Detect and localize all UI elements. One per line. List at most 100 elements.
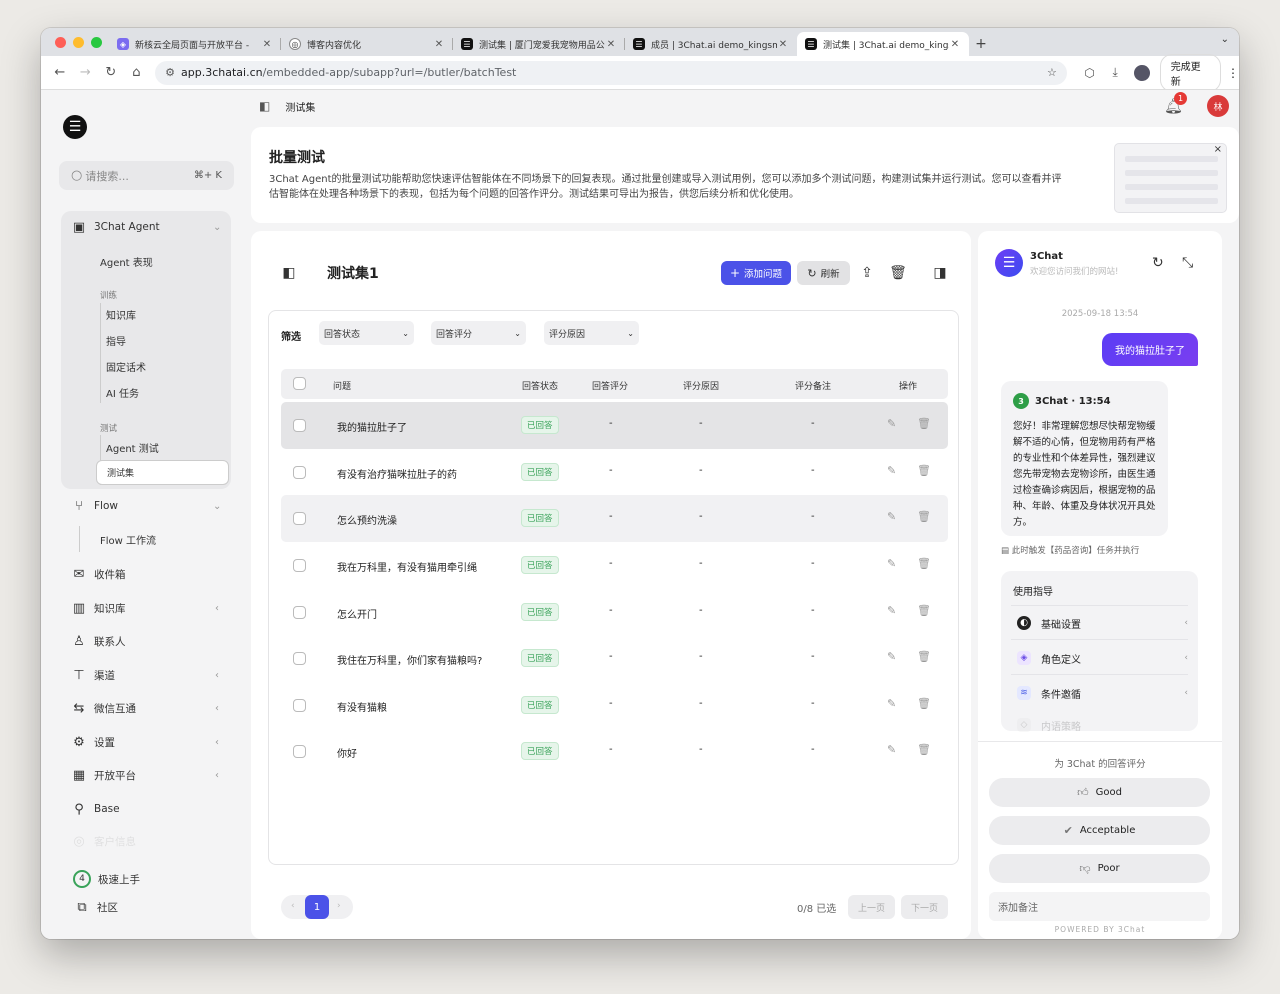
close-window-button[interactable] bbox=[55, 37, 66, 48]
browser-tab[interactable]: ◎ 博客内容优化 ✕ bbox=[281, 32, 453, 56]
forward-icon[interactable]: → bbox=[73, 65, 99, 80]
row-checkbox[interactable] bbox=[293, 745, 306, 758]
sidebar-item-kb[interactable]: ▥ 知识库 ‹ bbox=[71, 600, 219, 616]
guide-item-strategy[interactable]: ◇ 内语策略 bbox=[1011, 709, 1188, 741]
sidebar-item-knowledge[interactable]: 知识库 bbox=[106, 307, 136, 322]
trash-icon[interactable]: 🗑︎ bbox=[917, 464, 931, 477]
sidebar-item-testset[interactable]: 测试集 bbox=[96, 460, 229, 485]
tab-close-icon[interactable]: ✕ bbox=[261, 39, 273, 50]
add-question-button[interactable]: + 添加问题 bbox=[721, 261, 791, 285]
tab-close-icon[interactable]: ✕ bbox=[949, 39, 961, 50]
app-logo[interactable]: ☰ bbox=[63, 115, 87, 139]
table-row[interactable]: 怎么开门 已回答 - - - ✎ 🗑︎ bbox=[281, 589, 948, 636]
prev-page-icon[interactable]: ‹ bbox=[291, 901, 295, 911]
sidebar-item-agent-test[interactable]: Agent 测试 bbox=[106, 440, 159, 455]
sidebar-item-agent-perf[interactable]: Agent 表现 bbox=[100, 254, 153, 269]
community-link[interactable]: ⧉ 社区 bbox=[74, 899, 118, 915]
sidebar-item-base[interactable]: ⚲ Base bbox=[71, 801, 119, 817]
trash-icon[interactable]: 🗑︎ bbox=[917, 417, 931, 430]
tab-close-icon[interactable]: ✕ bbox=[605, 39, 617, 50]
url-field[interactable]: ⚙ app.3chatai.cn/embedded-app/subapp?url… bbox=[155, 60, 1067, 85]
collapse-left-icon[interactable]: ◧ bbox=[279, 262, 299, 284]
collapse-right-icon[interactable]: ◨ bbox=[930, 262, 950, 284]
edit-icon[interactable]: ✎ bbox=[887, 697, 896, 710]
table-row[interactable]: 有没有治疗猫咪拉肚子的药 已回答 - - - ✎ 🗑︎ bbox=[281, 449, 948, 496]
edit-icon[interactable]: ✎ bbox=[887, 557, 896, 570]
sidebar-toggle-icon[interactable]: ◧ bbox=[259, 99, 270, 113]
refresh-icon[interactable]: ↻ bbox=[1152, 255, 1164, 271]
close-icon[interactable]: × bbox=[1214, 144, 1222, 155]
row-checkbox[interactable] bbox=[293, 559, 306, 572]
onboarding-link[interactable]: 4 极速上手 bbox=[73, 870, 140, 888]
browser-tab[interactable]: ☰ 成员 | 3Chat.ai demo_kingsm ✕ bbox=[625, 32, 797, 56]
reload-icon[interactable]: ↻ bbox=[98, 65, 124, 80]
browser-tab[interactable]: ◈ 新核云全局页面与开放平台 - ✕ bbox=[109, 32, 281, 56]
table-row[interactable]: 我住在万科里，你们家有猫粮吗? 已回答 - - - ✎ 🗑︎ bbox=[281, 635, 948, 682]
sidebar-item-guidance[interactable]: 指导 bbox=[106, 333, 126, 348]
table-row[interactable]: 怎么预约洗澡 已回答 - - - ✎ 🗑︎ bbox=[281, 495, 948, 542]
row-checkbox[interactable] bbox=[293, 419, 306, 432]
site-info-icon[interactable]: ⚙ bbox=[165, 66, 175, 79]
sidebar-item-customer[interactable]: ◎ 客户信息 bbox=[71, 833, 136, 849]
new-tab-button[interactable]: + bbox=[969, 32, 993, 56]
trash-icon[interactable]: 🗑︎ bbox=[917, 743, 931, 756]
next-page-button[interactable]: 下一页 bbox=[901, 895, 948, 919]
page-1-button[interactable]: 1 bbox=[305, 895, 329, 919]
sidebar-search[interactable]: ○ 请搜索... ⌘+ K bbox=[59, 161, 234, 190]
edit-icon[interactable]: ✎ bbox=[887, 510, 896, 523]
row-checkbox[interactable] bbox=[293, 699, 306, 712]
sidebar-item-scripts[interactable]: 固定话术 bbox=[106, 359, 146, 374]
home-icon[interactable]: ⌂ bbox=[124, 65, 150, 80]
sidebar-item-ai-tasks[interactable]: AI 任务 bbox=[106, 385, 139, 400]
row-checkbox[interactable] bbox=[293, 652, 306, 665]
guide-item-conditions[interactable]: ≋ 条件邀循 ‹ bbox=[1011, 677, 1188, 709]
select-all-checkbox[interactable] bbox=[293, 377, 306, 390]
trash-icon[interactable]: 🗑︎ bbox=[917, 510, 931, 523]
edit-icon[interactable]: ✎ bbox=[887, 650, 896, 663]
sidebar-item-3chat-agent[interactable]: ▣ 3Chat Agent ⌄ bbox=[71, 219, 222, 235]
filter-answer-score[interactable]: 回答评分 ⌄ bbox=[431, 321, 526, 345]
tab-close-icon[interactable]: ✕ bbox=[777, 39, 789, 50]
table-row[interactable]: 我的猫拉肚子了 已回答 - - - ✎ 🗑︎ bbox=[281, 402, 948, 449]
row-checkbox[interactable] bbox=[293, 466, 306, 479]
trash-icon[interactable]: 🗑︎ bbox=[917, 557, 931, 570]
row-checkbox[interactable] bbox=[293, 606, 306, 619]
rate-poor-button[interactable]: 👎︎ Poor bbox=[989, 854, 1210, 883]
rate-acceptable-button[interactable]: ✔ Acceptable bbox=[989, 816, 1210, 845]
table-row[interactable]: 我在万科里，有没有猫用牵引绳 已回答 - - - ✎ 🗑︎ bbox=[281, 542, 948, 589]
edit-icon[interactable]: ✎ bbox=[887, 743, 896, 756]
tab-close-icon[interactable]: ✕ bbox=[433, 39, 445, 50]
sidebar-item-settings[interactable]: ⚙ 设置 ‹ bbox=[71, 734, 219, 750]
trash-icon[interactable]: 🗑︎ bbox=[917, 650, 931, 663]
browser-tab-active[interactable]: ☰ 测试集 | 3Chat.ai demo_kings ✕ bbox=[797, 32, 969, 56]
guide-item-role[interactable]: ◈ 角色定义 ‹ bbox=[1011, 642, 1188, 674]
sidebar-item-open-platform[interactable]: ▦ 开放平台 ‹ bbox=[71, 767, 219, 783]
trash-icon[interactable]: 🗑︎ bbox=[917, 604, 931, 617]
trash-icon[interactable]: 🗑︎ bbox=[888, 262, 908, 284]
profile-avatar[interactable] bbox=[1133, 64, 1150, 81]
row-checkbox[interactable] bbox=[293, 512, 306, 525]
filter-answer-status[interactable]: 回答状态 ⌄ bbox=[319, 321, 414, 345]
menu-dots-icon[interactable]: ⋮ bbox=[1227, 66, 1239, 80]
guide-item-basic[interactable]: ◐ 基础设置 ‹ bbox=[1011, 607, 1188, 639]
user-avatar[interactable]: 林 bbox=[1207, 95, 1229, 117]
sidebar-item-wechat[interactable]: ⇆ 微信互通 ‹ bbox=[71, 700, 219, 716]
edit-icon[interactable]: ✎ bbox=[887, 417, 896, 430]
sidebar-item-channels[interactable]: ⊤ 渠道 ‹ bbox=[71, 667, 219, 683]
collapse-icon[interactable]: ⤡ bbox=[1182, 255, 1193, 271]
table-row[interactable]: 你好 已回答 - - - ✎ 🗑︎ bbox=[281, 728, 948, 775]
prev-page-button[interactable]: 上一页 bbox=[848, 895, 895, 919]
browser-tab[interactable]: ☰ 测试集 | 厦门宠爱我宠物用品公 ✕ bbox=[453, 32, 625, 56]
minimize-window-button[interactable] bbox=[73, 37, 84, 48]
download-icon[interactable]: ⤓ bbox=[1102, 65, 1128, 80]
sidebar-item-flow-workflow[interactable]: Flow 工作流 bbox=[100, 532, 156, 547]
table-row[interactable]: 有没有猫粮 已回答 - - - ✎ 🗑︎ bbox=[281, 682, 948, 729]
add-note-input[interactable]: 添加备注 bbox=[989, 892, 1210, 921]
update-button[interactable]: 完成更新 bbox=[1159, 53, 1221, 92]
bookmark-star-icon[interactable]: ☆ bbox=[1047, 66, 1057, 79]
sidebar-item-flow[interactable]: ⑂ Flow ⌄ bbox=[71, 498, 221, 514]
export-icon[interactable]: ⇪ bbox=[857, 262, 877, 284]
tab-search-chevron-icon[interactable]: ⌄ bbox=[1221, 34, 1229, 45]
back-icon[interactable]: ← bbox=[47, 65, 73, 80]
sidebar-item-contacts[interactable]: ♙ 联系人 bbox=[71, 633, 125, 649]
